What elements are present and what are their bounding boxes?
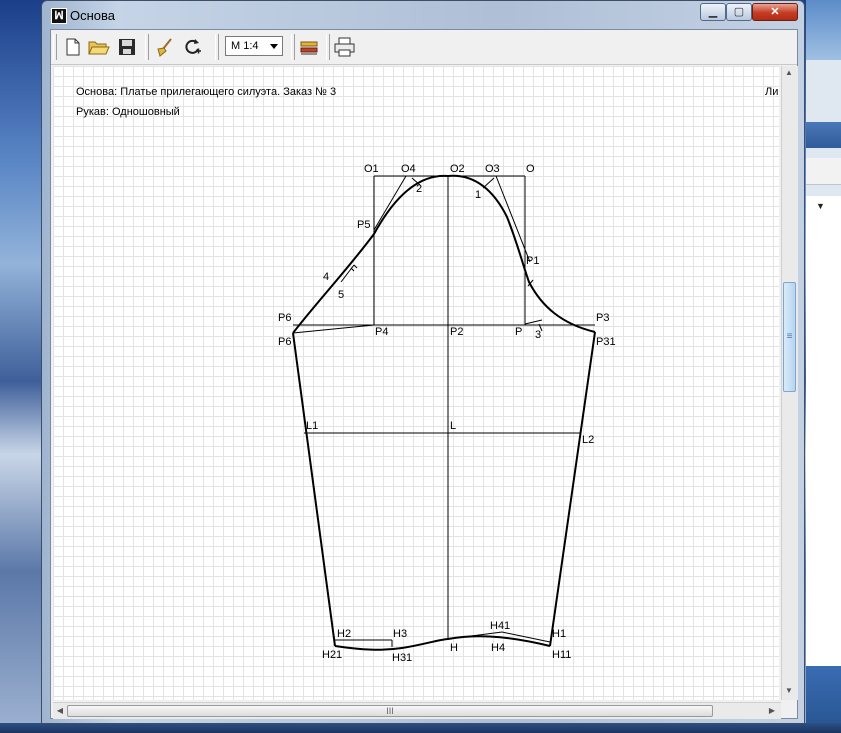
p6-p4-line: [292, 324, 375, 334]
clear-button[interactable]: [153, 35, 177, 59]
title-bar[interactable]: ꟽ Основа ▁ ▢ ✕: [42, 1, 804, 29]
broom-icon: [157, 38, 172, 57]
taskbar: [0, 723, 841, 733]
label-h31: H31: [392, 652, 412, 664]
label-l: L: [450, 420, 456, 432]
label-l1: L1: [306, 420, 318, 432]
background-window-toolbar: [806, 122, 841, 148]
label-4: 4: [323, 271, 329, 283]
open-button[interactable]: [87, 35, 111, 59]
new-file-icon: [66, 38, 80, 56]
sleeve-outline: [292, 174, 596, 651]
measure-button[interactable]: [297, 35, 321, 59]
background-window: ▼: [806, 0, 841, 733]
point-labels: O1 O4 O2 O3 O 2 1 P5 P1 4 5 P6 P3 P4 P2 …: [278, 163, 616, 664]
save-button[interactable]: [115, 35, 139, 59]
label-p4: P4: [375, 326, 388, 338]
label-3: 3: [535, 329, 541, 341]
label-o1: O1: [364, 163, 379, 175]
measure-icon: [300, 41, 318, 55]
print-icon: [334, 37, 355, 57]
label-h4: H4: [491, 642, 505, 654]
hem-curve: [334, 635, 551, 651]
label-h11: H11: [552, 649, 571, 661]
right-seam: [549, 331, 596, 647]
minimize-button[interactable]: ▁: [700, 3, 726, 21]
background-window-ribbon: [806, 158, 841, 185]
label-h21: H21: [322, 649, 342, 661]
toolbar: М 1:4: [51, 30, 797, 65]
print-button[interactable]: [333, 35, 357, 59]
horizontal-scrollbar[interactable]: ◀ III ▶: [53, 702, 781, 719]
label-1: 1: [475, 189, 481, 201]
refresh-button[interactable]: [181, 35, 205, 59]
label-p3: P3: [596, 312, 609, 324]
label-p: P: [515, 326, 522, 338]
scroll-grip-icon: ≡: [786, 331, 793, 342]
label-l2: L2: [582, 434, 594, 446]
label-o3: O3: [485, 163, 500, 175]
label-o2: O2: [450, 163, 465, 175]
label-2: 2: [416, 183, 422, 195]
label-h3: H3: [393, 628, 407, 640]
toolbar-separator: [291, 34, 295, 60]
toolbar-grip: [53, 34, 57, 60]
toolbar-separator: [215, 34, 219, 60]
left-seam: [292, 332, 336, 647]
label-p6-top: P6: [278, 312, 291, 324]
label-p5: P5: [357, 219, 370, 231]
label-5: 5: [338, 289, 344, 301]
sleeve-pattern: O1 O4 O2 O3 O 2 1 P5 P1 4 5 P6 P3 P4 P2 …: [278, 163, 616, 664]
scroll-down-icon[interactable]: ▼: [782, 686, 796, 695]
scroll-grip-icon: III: [386, 706, 394, 716]
vertical-scrollbar[interactable]: ▲ ≡ ▼: [781, 66, 798, 700]
construction-lines: [292, 175, 595, 647]
tangent-left: [373, 175, 407, 231]
label-p6: P6: [278, 336, 291, 348]
drawing-canvas[interactable]: Основа: Платье прилегающего силуэта. Зак…: [53, 66, 779, 700]
scroll-left-icon[interactable]: ◀: [53, 706, 67, 715]
sleeve-cap-curve: [292, 174, 596, 334]
refresh-icon: [185, 39, 201, 54]
new-file-button[interactable]: [61, 35, 85, 59]
open-folder-icon: [88, 41, 110, 55]
scale-select[interactable]: М 1:4: [225, 36, 283, 56]
label-o: O: [526, 163, 535, 175]
label-o4: O4: [401, 163, 416, 175]
background-window-pane: [806, 196, 841, 666]
app-logo-icon: ꟽ: [51, 8, 67, 24]
toolbar-separator: [145, 34, 149, 60]
scale-value: М 1:4: [231, 40, 259, 52]
h2-h3-line: [335, 639, 393, 647]
toolbar-separator: [326, 34, 330, 60]
maximize-button[interactable]: ▢: [726, 3, 752, 21]
window-title: Основа: [70, 8, 116, 23]
label-p1: P1: [526, 255, 539, 267]
label-h41: H41: [490, 620, 510, 632]
main-window: ꟽ Основа ▁ ▢ ✕ М 1:4 Основа: Платье прил…: [41, 0, 805, 724]
close-button[interactable]: ✕: [752, 3, 798, 21]
label-h2: H2: [337, 628, 351, 640]
chevron-down-icon: [270, 44, 278, 49]
label-p2: P2: [450, 326, 463, 338]
label-h: H: [450, 642, 458, 654]
chevron-down-icon: ▼: [816, 201, 825, 211]
save-icon: [119, 39, 135, 55]
scroll-right-icon[interactable]: ▶: [765, 706, 779, 715]
p-line: [524, 319, 543, 325]
label-h1: H1: [552, 628, 566, 640]
vertical-scroll-thumb[interactable]: ≡: [783, 282, 796, 392]
client-area: М 1:4 Основа: Платье прилегающего силуэт…: [50, 29, 798, 719]
label-p31: P31: [596, 336, 616, 348]
scroll-up-icon[interactable]: ▲: [782, 68, 796, 77]
horizontal-scroll-thumb[interactable]: III: [67, 705, 713, 717]
background-window-titlebar: [806, 0, 841, 60]
